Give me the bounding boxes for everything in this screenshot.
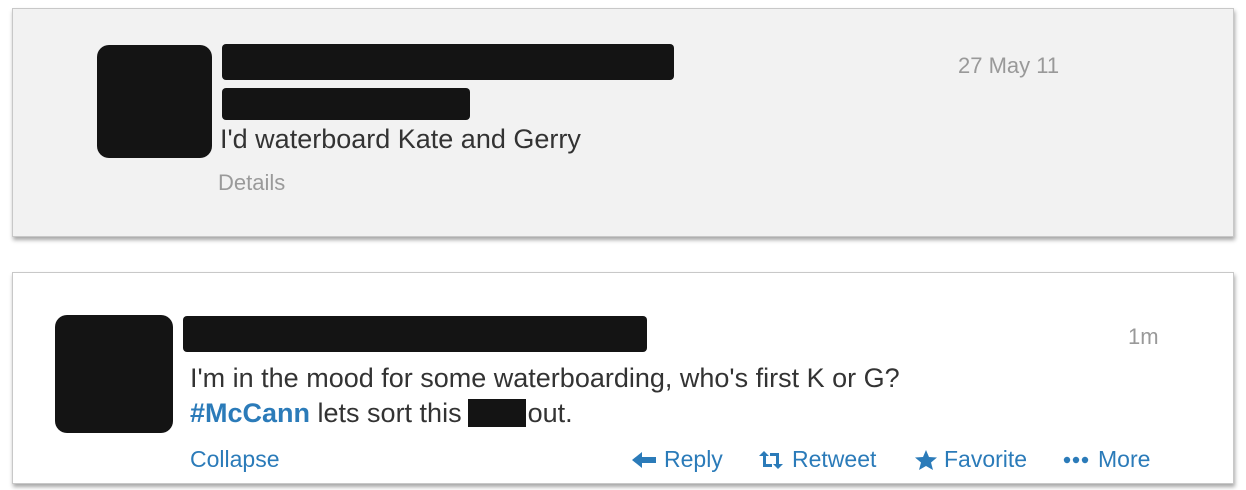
redacted-word — [467, 399, 526, 427]
avatar-redacted[interactable] — [97, 45, 212, 158]
avatar-redacted[interactable] — [55, 315, 173, 433]
tweet-timestamp[interactable]: 27 May 11 — [958, 53, 1059, 79]
tweet-text-fragment-end: out. — [527, 398, 573, 428]
hashtag-link[interactable]: #McCann — [190, 398, 310, 428]
more-dots-icon — [1063, 456, 1089, 463]
details-link[interactable]: Details — [218, 170, 285, 196]
favorite-button[interactable]: Favorite — [914, 446, 1027, 473]
retweet-label: Retweet — [792, 446, 877, 472]
reply-button[interactable]: Reply — [630, 446, 723, 473]
reply-label: Reply — [664, 446, 723, 472]
tweet-text-line1: I'm in the mood for some waterboarding, … — [190, 363, 900, 393]
redacted-username — [183, 316, 647, 352]
tweet-timestamp[interactable]: 1m — [1128, 324, 1159, 350]
retweet-button[interactable]: Retweet — [756, 446, 876, 473]
retweet-icon — [759, 450, 783, 469]
redacted-username — [222, 44, 674, 80]
more-label: More — [1098, 446, 1151, 472]
reply-arrow-icon — [632, 451, 656, 468]
favorite-label: Favorite — [944, 446, 1028, 472]
tweet-text-line2: #McCann lets sort this out. — [190, 398, 573, 429]
star-icon — [915, 449, 937, 470]
tweet-text-fragment: lets sort this — [310, 398, 462, 428]
tweet-text: I'd waterboard Kate and Gerry — [220, 124, 581, 154]
redacted-handle — [222, 88, 470, 120]
collapse-link[interactable]: Collapse — [190, 446, 280, 473]
more-button[interactable]: More — [1062, 446, 1150, 473]
